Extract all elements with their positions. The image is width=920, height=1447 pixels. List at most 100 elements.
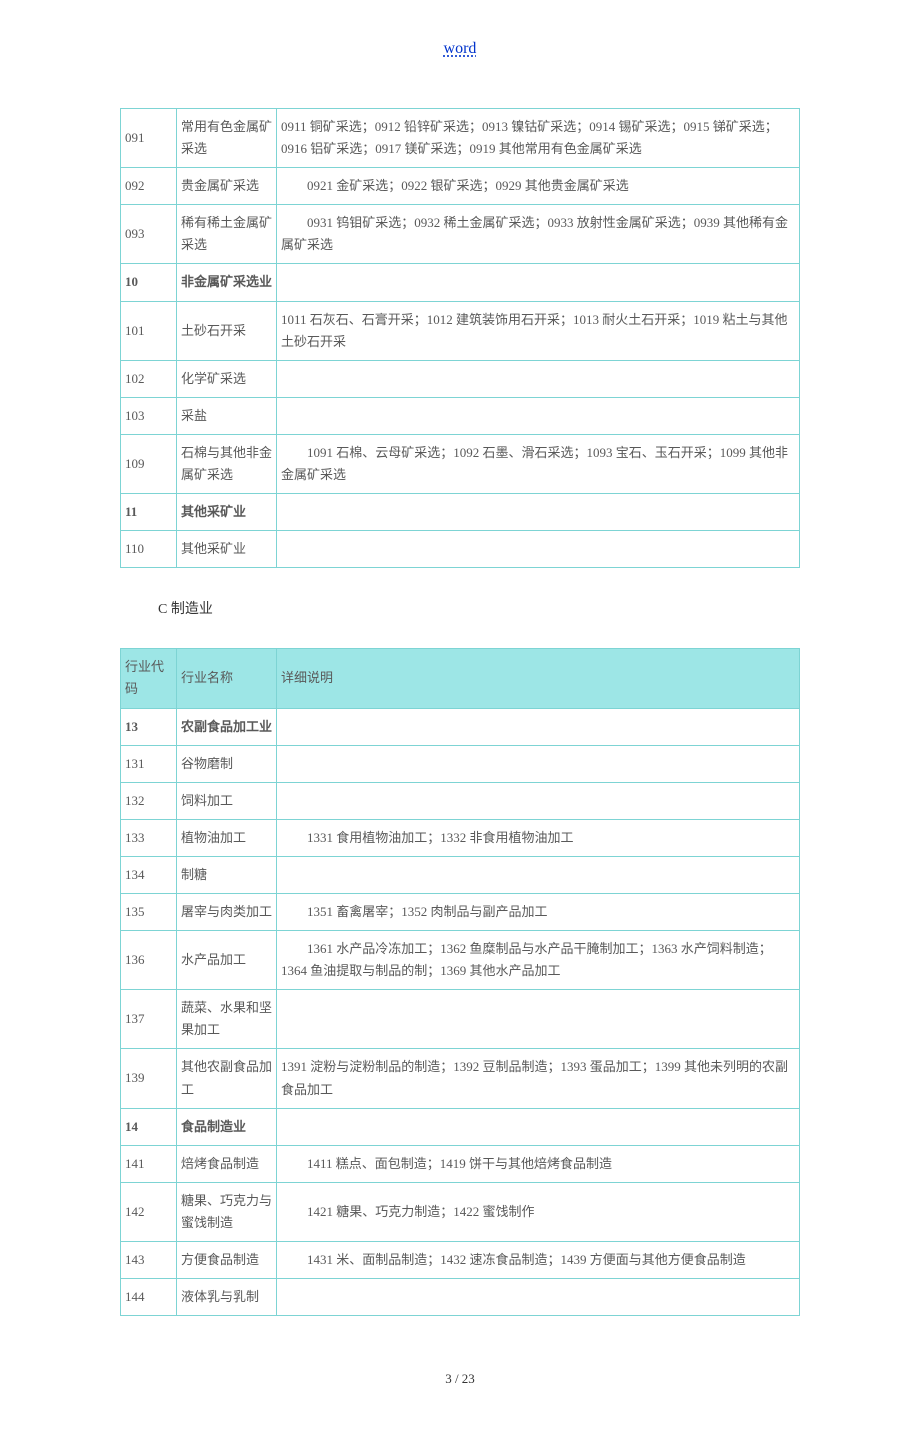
cell-name: 稀有稀土金属矿采选 (177, 205, 277, 264)
cell-desc: 0931 钨钼矿采选；0932 稀土金属矿采选；0933 放射性金属矿采选；09… (277, 205, 800, 264)
cell-code: 132 (121, 782, 177, 819)
header-code: 行业代码 (121, 649, 177, 708)
cell-name: 贵金属矿采选 (177, 168, 277, 205)
table-row: 101土砂石开采1011 石灰石、石膏开采；1012 建筑装饰用石开采；1013… (121, 301, 800, 360)
cell-desc (277, 1108, 800, 1145)
table-row: 137蔬菜、水果和坚果加工 (121, 990, 800, 1049)
cell-code: 135 (121, 893, 177, 930)
cell-desc (277, 397, 800, 434)
cell-code: 109 (121, 434, 177, 493)
cell-code: 133 (121, 819, 177, 856)
cell-name: 农副食品加工业 (177, 708, 277, 745)
cell-code: 13 (121, 708, 177, 745)
cell-desc: 1011 石灰石、石膏开采；1012 建筑装饰用石开采；1013 耐火土石开采；… (277, 301, 800, 360)
table-manufacturing: 行业代码 行业名称 详细说明 13农副食品加工业131谷物磨制132饲料加工13… (120, 648, 800, 1316)
table-row: 144液体乳与乳制 (121, 1279, 800, 1316)
cell-code: 110 (121, 531, 177, 568)
cell-name: 化学矿采选 (177, 360, 277, 397)
cell-desc: 1351 畜禽屠宰；1352 肉制品与副产品加工 (277, 893, 800, 930)
cell-desc: 1421 糖果、巧克力制造；1422 蜜饯制作 (277, 1182, 800, 1241)
cell-desc: 0921 金矿采选；0922 银矿采选；0929 其他贵金属矿采选 (277, 168, 800, 205)
cell-code: 10 (121, 264, 177, 301)
table-row: 093稀有稀土金属矿采选 0931 钨钼矿采选；0932 稀土金属矿采选；093… (121, 205, 800, 264)
cell-code: 139 (121, 1049, 177, 1108)
table-row: 133植物油加工 1331 食用植物油加工；1332 非食用植物油加工 (121, 819, 800, 856)
cell-name: 糖果、巧克力与蜜饯制造 (177, 1182, 277, 1241)
cell-desc: 1361 水产品冷冻加工；1362 鱼糜制品与水产品干腌制加工；1363 水产饲… (277, 931, 800, 990)
cell-name: 食品制造业 (177, 1108, 277, 1145)
table-row: 13农副食品加工业 (121, 708, 800, 745)
cell-code: 092 (121, 168, 177, 205)
cell-name: 其他采矿业 (177, 531, 277, 568)
header-desc: 详细说明 (277, 649, 800, 708)
table-row: 110其他采矿业 (121, 531, 800, 568)
cell-desc (277, 1279, 800, 1316)
cell-name: 液体乳与乳制 (177, 1279, 277, 1316)
table-row: 134制糖 (121, 856, 800, 893)
cell-code: 144 (121, 1279, 177, 1316)
table-row: 109石棉与其他非金属矿采选 1091 石棉、云母矿采选；1092 石墨、滑石采… (121, 434, 800, 493)
cell-name: 其他采矿业 (177, 494, 277, 531)
cell-desc (277, 856, 800, 893)
table-row: 141焙烤食品制造 1411 糕点、面包制造；1419 饼干与其他焙烤食品制造 (121, 1145, 800, 1182)
table-row: 103采盐 (121, 397, 800, 434)
cell-desc (277, 360, 800, 397)
section-title: C 制造业 (158, 598, 800, 618)
cell-desc (277, 264, 800, 301)
cell-code: 143 (121, 1242, 177, 1279)
cell-code: 137 (121, 990, 177, 1049)
cell-desc (277, 708, 800, 745)
cell-name: 谷物磨制 (177, 745, 277, 782)
cell-name: 方便食品制造 (177, 1242, 277, 1279)
header-link: word (0, 40, 920, 58)
cell-name: 焙烤食品制造 (177, 1145, 277, 1182)
table-row: 132饲料加工 (121, 782, 800, 819)
cell-name: 非金属矿采选业 (177, 264, 277, 301)
table-row: 131谷物磨制 (121, 745, 800, 782)
cell-code: 134 (121, 856, 177, 893)
header-name: 行业名称 (177, 649, 277, 708)
cell-name: 水产品加工 (177, 931, 277, 990)
table-row: 136水产品加工 1361 水产品冷冻加工；1362 鱼糜制品与水产品干腌制加工… (121, 931, 800, 990)
cell-code: 093 (121, 205, 177, 264)
cell-code: 14 (121, 1108, 177, 1145)
cell-code: 102 (121, 360, 177, 397)
table-row: 091常用有色金属矿采选0911 铜矿采选；0912 铅锌矿采选；0913 镍钴… (121, 109, 800, 168)
page-number: 3 / 23 (445, 1371, 475, 1386)
table-row: 11其他采矿业 (121, 494, 800, 531)
table-row: 14食品制造业 (121, 1108, 800, 1145)
cell-desc: 1331 食用植物油加工；1332 非食用植物油加工 (277, 819, 800, 856)
cell-desc: 1091 石棉、云母矿采选；1092 石墨、滑石采选；1093 宝石、玉石开采；… (277, 434, 800, 493)
cell-name: 采盐 (177, 397, 277, 434)
cell-name: 制糖 (177, 856, 277, 893)
cell-code: 103 (121, 397, 177, 434)
page-content: 091常用有色金属矿采选0911 铜矿采选；0912 铅锌矿采选；0913 镍钴… (120, 108, 800, 1316)
cell-desc: 0911 铜矿采选；0912 铅锌矿采选；0913 镍钴矿采选；0914 锡矿采… (277, 109, 800, 168)
page-footer: 3 / 23 (0, 1371, 920, 1387)
table-row: 135屠宰与肉类加工 1351 畜禽屠宰；1352 肉制品与副产品加工 (121, 893, 800, 930)
cell-desc (277, 782, 800, 819)
cell-code: 101 (121, 301, 177, 360)
cell-code: 091 (121, 109, 177, 168)
cell-code: 142 (121, 1182, 177, 1241)
cell-desc: 1431 米、面制品制造；1432 速冻食品制造；1439 方便面与其他方便食品… (277, 1242, 800, 1279)
cell-desc: 1391 淀粉与淀粉制品的制造；1392 豆制品制造；1393 蛋品加工；139… (277, 1049, 800, 1108)
table-header-row: 行业代码 行业名称 详细说明 (121, 649, 800, 708)
cell-name: 土砂石开采 (177, 301, 277, 360)
cell-desc (277, 745, 800, 782)
cell-desc (277, 494, 800, 531)
table-row: 139其他农副食品加工1391 淀粉与淀粉制品的制造；1392 豆制品制造；13… (121, 1049, 800, 1108)
table-row: 092贵金属矿采选 0921 金矿采选；0922 银矿采选；0929 其他贵金属… (121, 168, 800, 205)
cell-name: 植物油加工 (177, 819, 277, 856)
cell-name: 常用有色金属矿采选 (177, 109, 277, 168)
cell-code: 136 (121, 931, 177, 990)
cell-desc (277, 990, 800, 1049)
cell-name: 蔬菜、水果和坚果加工 (177, 990, 277, 1049)
cell-name: 石棉与其他非金属矿采选 (177, 434, 277, 493)
header-link-text[interactable]: word (444, 40, 477, 57)
cell-desc (277, 531, 800, 568)
table-row: 10非金属矿采选业 (121, 264, 800, 301)
cell-code: 11 (121, 494, 177, 531)
table-row: 102化学矿采选 (121, 360, 800, 397)
table-mining: 091常用有色金属矿采选0911 铜矿采选；0912 铅锌矿采选；0913 镍钴… (120, 108, 800, 568)
